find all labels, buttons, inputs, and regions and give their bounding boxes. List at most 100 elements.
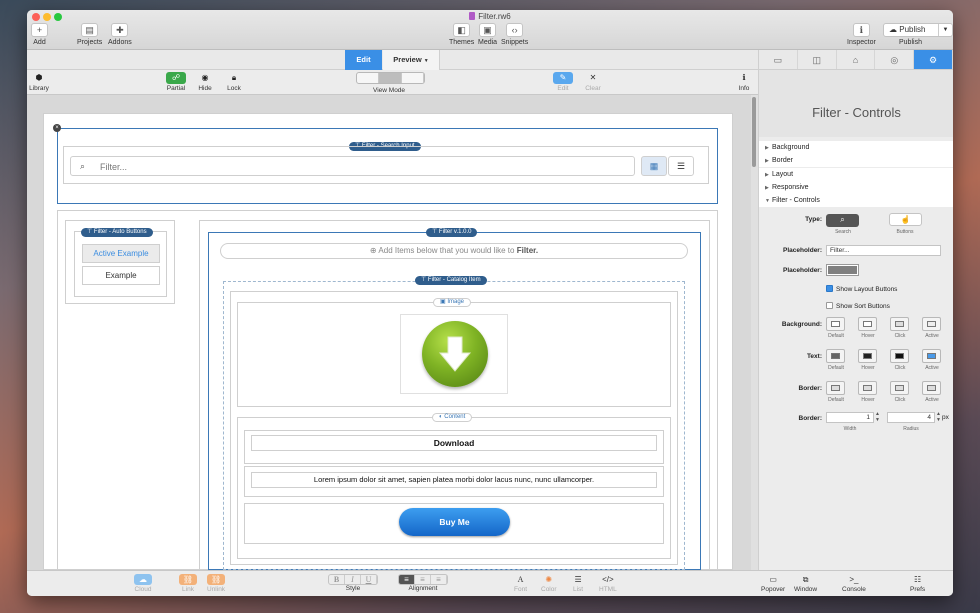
auto-buttons-tag-text: Filter - Auto Buttons — [93, 229, 147, 235]
grid-layout-button[interactable]: ▦ — [641, 156, 667, 176]
section-layout[interactable]: ▶ Layout — [759, 168, 953, 181]
projects-button[interactable]: ▤ Projects — [77, 23, 102, 46]
layout-inspector-tab-icon[interactable]: ◫ — [798, 50, 837, 69]
addons-button[interactable]: ✚ Addons — [108, 23, 132, 46]
publish-button[interactable]: ☁ Publish ▼ — [883, 23, 953, 37]
section-border[interactable]: ▶ Border — [759, 154, 953, 167]
view-mode-2[interactable] — [379, 73, 402, 83]
bg-active-swatch[interactable] — [922, 317, 941, 331]
border-active-swatch[interactable] — [922, 381, 941, 395]
console-button[interactable]: >_ Console — [842, 574, 866, 593]
text-click-swatch[interactable] — [890, 349, 909, 363]
section-background[interactable]: ▶ Background — [759, 141, 953, 154]
filter-version-tag: ⊤ Filter v.1.0.0 — [426, 228, 478, 237]
window-button[interactable]: ⧉ Window — [794, 574, 817, 593]
checkbox-checked — [826, 285, 833, 292]
html-button[interactable]: </> HTML — [599, 574, 617, 593]
media-button[interactable]: ▣ Media — [478, 23, 497, 46]
lock-button[interactable]: 🔒︎ Lock — [224, 72, 244, 92]
scroll-thumb[interactable] — [752, 97, 756, 167]
page-inspector-tab-icon[interactable]: ▭ — [759, 50, 798, 69]
buy-me-button[interactable]: Buy Me — [399, 508, 510, 536]
show-sort-label: Show Sort Buttons — [836, 303, 890, 310]
cloud-label: Cloud — [134, 586, 152, 593]
type-search-button[interactable]: ⌕ — [826, 214, 859, 227]
edit-tool-button[interactable]: ✎ Edit — [553, 72, 573, 92]
cloud-button[interactable]: ☁ Cloud — [134, 574, 152, 593]
popover-label: Popover — [761, 586, 786, 593]
chevron-down-icon[interactable]: ▼ — [938, 24, 952, 36]
library-button[interactable]: ⬢ Library — [29, 72, 49, 92]
color-button[interactable]: ✺ Color — [541, 574, 557, 593]
section-filter-controls-label: Filter - Controls — [772, 197, 820, 204]
radius-stepper-icon[interactable]: ▲ ▼ — [936, 411, 941, 423]
publish-label: Publish — [899, 39, 922, 46]
text-default-swatch[interactable] — [826, 349, 845, 363]
align-left-icon[interactable]: ≡ — [399, 575, 415, 584]
section-filter-controls[interactable]: ▼ Filter - Controls — [759, 194, 953, 207]
style-inspector-tab-icon[interactable]: ⌂ — [837, 50, 876, 69]
bg-click-swatch[interactable] — [890, 317, 909, 331]
placeholder-input[interactable]: Filter... — [826, 245, 941, 256]
font-button[interactable]: A Font — [514, 574, 527, 593]
document-icon — [469, 12, 476, 20]
text-hover-swatch[interactable] — [858, 349, 877, 363]
section-background-label: Background — [772, 144, 810, 151]
bg-default-swatch[interactable] — [826, 317, 845, 331]
placeholder-color-well[interactable] — [826, 264, 859, 276]
snippets-button[interactable]: ‹› Snippets — [501, 23, 528, 46]
bold-button[interactable]: B — [329, 575, 345, 584]
text-active-swatch[interactable] — [922, 349, 941, 363]
view-mode-3[interactable] — [402, 73, 424, 83]
edit-mode-tab[interactable]: Edit — [345, 50, 382, 70]
unlink-button[interactable]: ⛓ Unlink — [207, 574, 225, 593]
clear-button[interactable]: ✕ Clear — [583, 72, 603, 92]
search-input[interactable]: ⌕ Filter... — [70, 156, 635, 176]
section-responsive[interactable]: ▶ Responsive — [759, 181, 953, 194]
list-layout-button[interactable]: ☰ — [668, 156, 694, 176]
link-label: Link — [182, 586, 194, 593]
partial-button[interactable]: ☍ Partial — [166, 72, 186, 92]
border-click-swatch[interactable] — [890, 381, 909, 395]
delete-stack-icon[interactable]: × — [53, 124, 61, 132]
example-button[interactable]: Example — [82, 266, 160, 285]
active-example-button[interactable]: Active Example — [82, 244, 160, 263]
hide-button[interactable]: ◉ Hide — [195, 72, 215, 92]
download-image[interactable] — [400, 314, 508, 394]
preview-mode-tab[interactable]: Preview ▼ — [383, 50, 440, 70]
canvas-scrollbar[interactable] — [751, 95, 758, 570]
lock-label: Lock — [227, 85, 241, 92]
info-button[interactable]: ℹ Info — [734, 72, 754, 92]
auto-buttons-stack[interactable] — [74, 231, 167, 297]
list-button[interactable]: ☰ List — [573, 574, 583, 593]
addons-label: Addons — [108, 39, 132, 46]
download-title: Download — [251, 435, 657, 451]
border-hover-swatch[interactable] — [858, 381, 877, 395]
plugin-settings-tab-icon[interactable]: ⚙ — [914, 50, 953, 69]
themes-button[interactable]: ◧ Themes — [449, 23, 474, 46]
popover-button[interactable]: ▭ Popover — [761, 574, 785, 593]
show-layout-checkbox[interactable]: Show Layout Buttons — [826, 285, 897, 293]
inspector-button[interactable]: ℹ Inspector — [847, 23, 876, 46]
link-button[interactable]: ⛓ Link — [179, 574, 197, 593]
font-icon: A — [517, 575, 524, 584]
bg-hover-swatch[interactable] — [858, 317, 877, 331]
align-right-icon[interactable]: ≡ — [431, 575, 447, 584]
add-button[interactable]: + Add — [31, 23, 48, 46]
prefs-button[interactable]: ☷ Prefs — [910, 574, 925, 593]
eye-icon: ◉ — [201, 73, 209, 82]
media-inspector-tab-icon[interactable]: ◎ — [875, 50, 915, 69]
show-sort-checkbox[interactable]: Show Sort Buttons — [826, 302, 890, 310]
view-mode-1[interactable] — [357, 73, 380, 83]
addons-icon: ✚ — [111, 23, 129, 37]
underline-button[interactable]: U — [361, 575, 377, 584]
add-items-bold: Filter. — [516, 246, 539, 255]
italic-button[interactable]: I — [345, 575, 361, 584]
plus-circle-icon: ⊕ — [369, 246, 377, 255]
border-default-swatch[interactable] — [826, 381, 845, 395]
border-radius-input[interactable]: 4 — [887, 412, 935, 423]
align-center-icon[interactable]: ≡ — [415, 575, 431, 584]
type-buttons-button[interactable]: ☝ — [889, 213, 922, 226]
width-stepper-icon[interactable]: ▲ ▼ — [875, 411, 880, 423]
border-width-input[interactable]: 1 — [826, 412, 874, 423]
